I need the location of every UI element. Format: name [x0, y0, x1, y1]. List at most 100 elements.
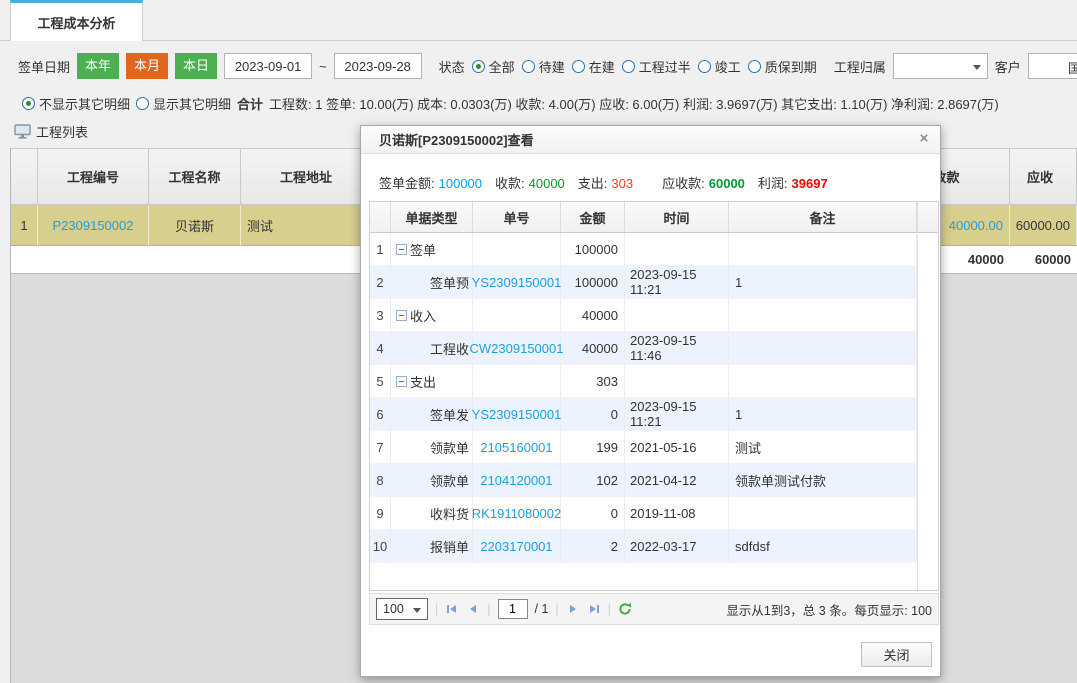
doc-no-cell: [473, 365, 561, 397]
today-button[interactable]: 本日: [175, 53, 217, 79]
received-link[interactable]: 40000.00: [949, 218, 1003, 233]
stat-label: 签单金额:: [379, 176, 435, 191]
status-radio-halfway[interactable]: 工程过半: [622, 57, 691, 76]
status-radio-completed[interactable]: 竣工: [698, 57, 741, 76]
table-row[interactable]: 7 领款单 2105160001 199 2021-05-16 测试: [370, 431, 917, 464]
doc-no-link[interactable]: 2105160001: [480, 440, 552, 455]
status-option-label: 在建: [589, 57, 615, 76]
divider: |: [487, 602, 490, 616]
collapse-icon[interactable]: [396, 310, 407, 321]
status-option-label: 待建: [539, 57, 565, 76]
table-row[interactable]: 9 收料货 RK1911080002 0 2019-11-08: [370, 497, 917, 530]
stat-value: 60000: [709, 176, 745, 191]
status-radio-all[interactable]: 全部: [472, 57, 515, 76]
page-size-value: 100: [383, 602, 404, 616]
note-cell: 1: [729, 398, 917, 430]
stat-received: 收款:40000: [495, 173, 565, 192]
radio-icon: [22, 97, 35, 110]
table-row[interactable]: 5 支出 303: [370, 365, 917, 398]
table-header: 单据类型 单号 金额 时间 备注: [370, 202, 938, 233]
project-code-link[interactable]: P2309150002: [53, 218, 134, 233]
note-cell: [729, 299, 917, 331]
document-table: 单据类型 单号 金额 时间 备注 1 签单 100000 2 签单预 YS230…: [369, 201, 939, 591]
pagination-bar: 100 | | / 1 | | 显示从1到3，总 3 条。每页显示: 100: [369, 593, 939, 625]
project-belong-label: 工程归属: [834, 57, 886, 76]
next-page-icon[interactable]: [566, 602, 580, 616]
time-cell: [625, 233, 729, 265]
col-amount: 金额: [561, 202, 625, 232]
dialog-stats: 签单金额:100000 收款:40000 支出:303 应收款:60000 利润…: [379, 173, 841, 192]
stat-label: 应收款:: [662, 176, 705, 191]
hide-other-details-radio[interactable]: 不显示其它明细: [22, 94, 130, 113]
stat-expense: 支出:303: [578, 173, 633, 192]
row-number: 7: [370, 431, 391, 463]
col-note: 备注: [729, 202, 917, 232]
close-button[interactable]: 关闭: [861, 642, 932, 667]
status-radio-inprogress[interactable]: 在建: [572, 57, 615, 76]
amount-cell: 40000: [561, 299, 625, 331]
collapse-icon[interactable]: [396, 376, 407, 387]
status-radio-warranty-expired[interactable]: 质保到期: [748, 57, 817, 76]
divider: |: [608, 602, 611, 616]
filter-row: 签单日期 本年 本月 本日 ~ 状态 全部 待建 在建 工程过半 竣工 质保到期…: [18, 52, 1077, 80]
total-label: 合计: [237, 94, 263, 113]
time-cell: 2023-09-15 11:46: [625, 332, 729, 364]
first-page-icon[interactable]: [445, 602, 459, 616]
project-name-cell: 贝诺斯: [149, 205, 241, 246]
doc-no-link[interactable]: RK1911080002: [472, 506, 561, 521]
project-list-title: 工程列表: [36, 122, 88, 141]
project-belong-select[interactable]: [893, 53, 988, 79]
note-cell: [729, 365, 917, 397]
time-cell: 2021-04-12: [625, 464, 729, 496]
time-cell: 2021-05-16: [625, 431, 729, 463]
prev-page-icon[interactable]: [466, 602, 480, 616]
table-row[interactable]: 2 签单预 YS2309150001 100000 2023-09-15 11:…: [370, 266, 917, 299]
doc-type-cell: 签单: [391, 233, 473, 265]
table-row[interactable]: 10 报销单 2203170001 2 2022-03-17 sdfdsf: [370, 530, 917, 563]
page-size-select[interactable]: 100: [376, 598, 428, 620]
doc-no-link[interactable]: CW2309150001: [470, 341, 564, 356]
collapse-icon[interactable]: [396, 244, 407, 255]
table-row[interactable]: 4 工程收 CW2309150001 40000 2023-09-15 11:4…: [370, 332, 917, 365]
radio-icon: [698, 60, 711, 73]
amount-cell: 100000: [561, 233, 625, 265]
stat-label: 收款:: [495, 176, 525, 191]
page-number-input[interactable]: [498, 599, 528, 619]
col-project-code: 工程编号: [38, 148, 149, 205]
amount-cell: 100000: [561, 266, 625, 298]
show-other-details-radio[interactable]: 显示其它明细: [136, 94, 231, 113]
this-month-button[interactable]: 本月: [126, 53, 168, 79]
note-cell: 测试: [729, 431, 917, 463]
date-from-input[interactable]: [224, 53, 312, 79]
time-cell: 2023-09-15 11:21: [625, 398, 729, 430]
doc-no-cell: [473, 233, 561, 265]
close-icon[interactable]: ×: [916, 131, 932, 147]
row-number: 5: [370, 365, 391, 397]
table-row[interactable]: 8 领款单 2104120001 102 2021-04-12 领款单测试付款: [370, 464, 917, 497]
table-row[interactable]: 1 签单 100000: [370, 233, 917, 266]
note-cell: [729, 497, 917, 529]
refresh-icon[interactable]: [618, 602, 632, 616]
project-view-dialog: 贝诺斯[P2309150002]查看 × 签单金额:100000 收款:4000…: [360, 125, 941, 677]
date-to-input[interactable]: [334, 53, 422, 79]
tab-project-cost-analysis[interactable]: 工程成本分析: [10, 0, 143, 41]
radio-icon: [472, 60, 485, 73]
chevron-down-icon: [413, 608, 421, 613]
row-number: 8: [370, 464, 391, 496]
doc-no-link[interactable]: YS2309150001: [472, 275, 562, 290]
last-page-icon[interactable]: [587, 602, 601, 616]
row-number: 4: [370, 332, 391, 364]
table-scrollbar[interactable]: [917, 234, 938, 590]
doc-type-cell: 领款单: [391, 431, 473, 463]
doc-no-link[interactable]: YS2309150001: [472, 407, 562, 422]
status-radio-pending[interactable]: 待建: [522, 57, 565, 76]
table-row[interactable]: 3 收入 40000: [370, 299, 917, 332]
doc-no-link[interactable]: 2203170001: [480, 539, 552, 554]
doc-no-link[interactable]: 2104120001: [480, 473, 552, 488]
note-cell: 领款单测试付款: [729, 464, 917, 496]
table-row[interactable]: 6 签单发 YS2309150001 0 2023-09-15 11:21 1: [370, 398, 917, 431]
amount-cell: 102: [561, 464, 625, 496]
amount-cell: 0: [561, 497, 625, 529]
stat-profit: 利润:39697: [758, 173, 828, 192]
this-year-button[interactable]: 本年: [77, 53, 119, 79]
